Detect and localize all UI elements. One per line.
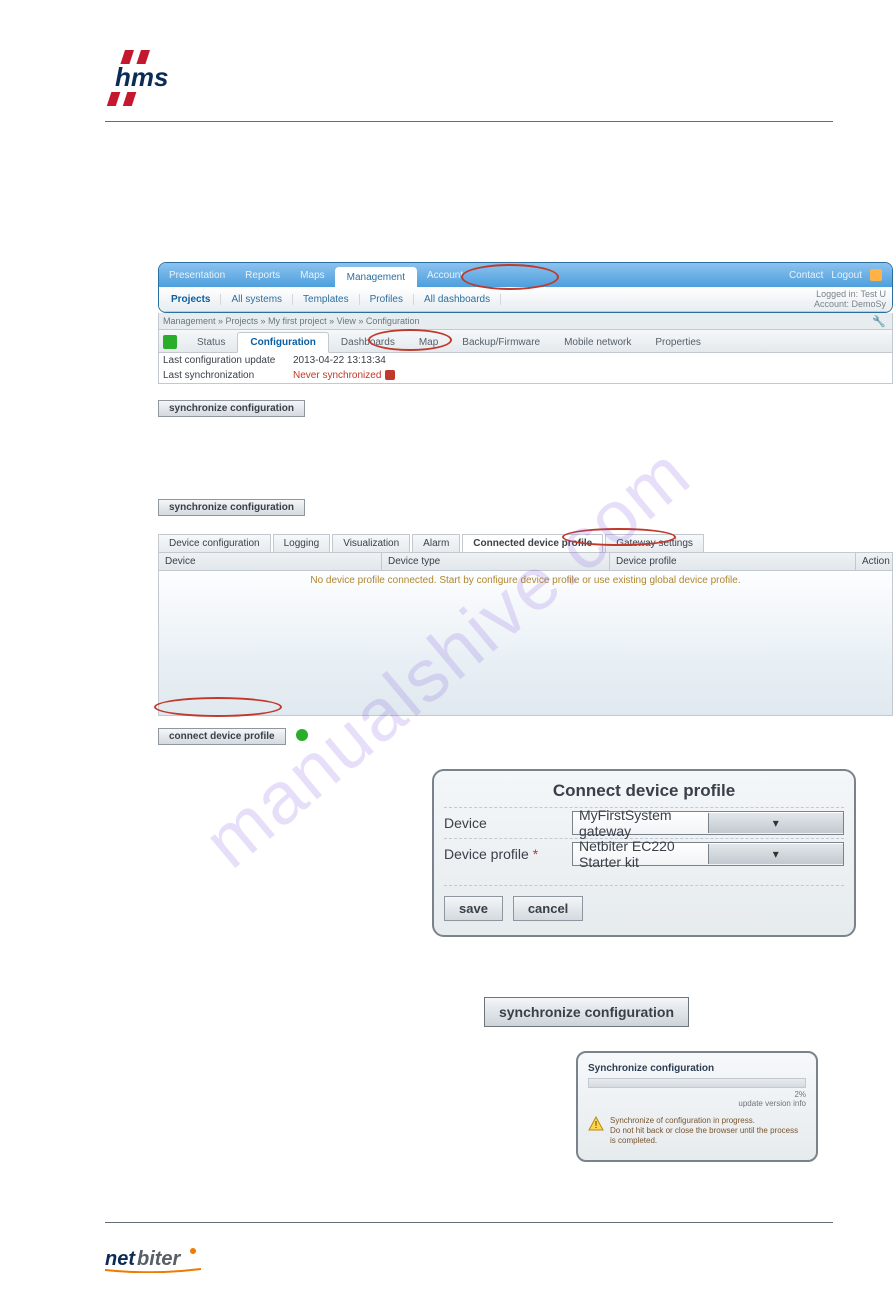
dtab-gateway-settings[interactable]: Gateway settings xyxy=(605,534,704,552)
dtab-connected-device-profile[interactable]: Connected device profile xyxy=(462,534,603,552)
progress-bar xyxy=(588,1078,806,1088)
save-button[interactable]: save xyxy=(444,896,503,921)
nav-reports[interactable]: Reports xyxy=(235,270,290,281)
dtab-logging[interactable]: Logging xyxy=(273,534,331,552)
warning-icon: ! xyxy=(588,1116,604,1132)
progress-percent: 2% xyxy=(794,1090,806,1099)
dialog-profile-label: Device profile * xyxy=(444,846,572,862)
device-table-empty: No device profile connected. Start by co… xyxy=(159,571,892,715)
required-star: * xyxy=(533,846,538,862)
th-device-profile: Device profile xyxy=(610,553,856,570)
lock-icon xyxy=(870,269,882,281)
breadcrumb: Management » Projects » My first project… xyxy=(159,316,419,326)
dialog-profile-select[interactable]: Netbiter EC220 Starter kit xyxy=(572,842,844,866)
tab-backup-firmware[interactable]: Backup/Firmware xyxy=(450,333,552,352)
svg-text:biter: biter xyxy=(137,1248,182,1270)
header-rule xyxy=(105,121,833,122)
nav-account[interactable]: Account xyxy=(417,270,473,281)
tab-mobile-network[interactable]: Mobile network xyxy=(552,333,643,352)
svg-text:!: ! xyxy=(595,1120,598,1131)
hms-logo: hms xyxy=(105,50,195,106)
subnav-templates[interactable]: Templates xyxy=(293,294,360,305)
svg-text:net: net xyxy=(105,1248,136,1270)
progress-warning-text: Synchronize of configuration in progress… xyxy=(610,1116,806,1146)
dialog-profile-value: Netbiter EC220 Starter kit xyxy=(573,838,708,870)
dialog-device-label: Device xyxy=(444,815,572,831)
last-sync-value: Never synchronized xyxy=(293,370,395,381)
nav-logout-link[interactable]: Logout xyxy=(831,270,862,281)
svg-text:hms: hms xyxy=(115,62,168,92)
tab-properties[interactable]: Properties xyxy=(643,333,713,352)
chevron-down-icon xyxy=(708,844,844,864)
last-config-value: 2013-04-22 13:13:34 xyxy=(293,355,386,366)
nav-contact-link[interactable]: Contact xyxy=(789,270,823,281)
wrench-icon[interactable]: 🔧 xyxy=(872,315,892,328)
home-icon[interactable] xyxy=(163,335,177,349)
dialog-device-value: MyFirstSystem gateway xyxy=(573,807,708,839)
last-config-label: Last configuration update xyxy=(163,355,293,366)
nav-management[interactable]: Management xyxy=(335,267,417,288)
progress-title: Synchronize configuration xyxy=(588,1063,806,1074)
tab-configuration[interactable]: Configuration xyxy=(237,332,329,353)
dtab-device-configuration[interactable]: Device configuration xyxy=(158,534,271,552)
subnav-all-dashboards[interactable]: All dashboards xyxy=(414,294,501,305)
tab-dashboards[interactable]: Dashboards xyxy=(329,333,407,352)
cancel-button[interactable]: cancel xyxy=(513,896,583,921)
dtab-visualization[interactable]: Visualization xyxy=(332,534,410,552)
nav-maps[interactable]: Maps xyxy=(290,270,334,281)
chevron-down-icon xyxy=(708,813,844,833)
synchronize-configuration-button-2[interactable]: synchronize configuration xyxy=(158,499,305,516)
account-info: Logged in: Test U Account: DemoSy xyxy=(814,289,892,309)
connect-device-profile-button[interactable]: connect device profile xyxy=(158,728,286,745)
sync-progress-dialog: Synchronize configuration 2% update vers… xyxy=(576,1051,818,1162)
connect-device-profile-dialog: Connect device profile Device MyFirstSys… xyxy=(432,769,856,937)
dialog-title: Connect device profile xyxy=(444,779,844,807)
dialog-device-select[interactable]: MyFirstSystem gateway xyxy=(572,811,844,835)
subnav-projects[interactable]: Projects xyxy=(159,294,221,305)
tab-map[interactable]: Map xyxy=(407,333,450,352)
dtab-alarm[interactable]: Alarm xyxy=(412,534,460,552)
never-sync-icon xyxy=(385,370,395,380)
argos-topbar: Presentation Reports Maps Management Acc… xyxy=(158,262,893,313)
subnav-profiles[interactable]: Profiles xyxy=(360,294,414,305)
last-sync-label: Last synchronization xyxy=(163,370,293,381)
synchronize-configuration-button[interactable]: synchronize configuration xyxy=(158,400,305,417)
th-device: Device xyxy=(159,553,382,570)
netbiter-logo: net biter xyxy=(105,1245,893,1273)
th-device-type: Device type xyxy=(382,553,610,570)
tab-status[interactable]: Status xyxy=(185,333,237,352)
subnav-all-systems[interactable]: All systems xyxy=(221,294,293,305)
nav-presentation[interactable]: Presentation xyxy=(159,270,235,281)
th-action: Action xyxy=(856,553,892,570)
progress-sub: update version info xyxy=(738,1099,806,1108)
synchronize-configuration-button-big[interactable]: synchronize configuration xyxy=(484,997,689,1027)
plus-icon[interactable] xyxy=(296,729,308,741)
